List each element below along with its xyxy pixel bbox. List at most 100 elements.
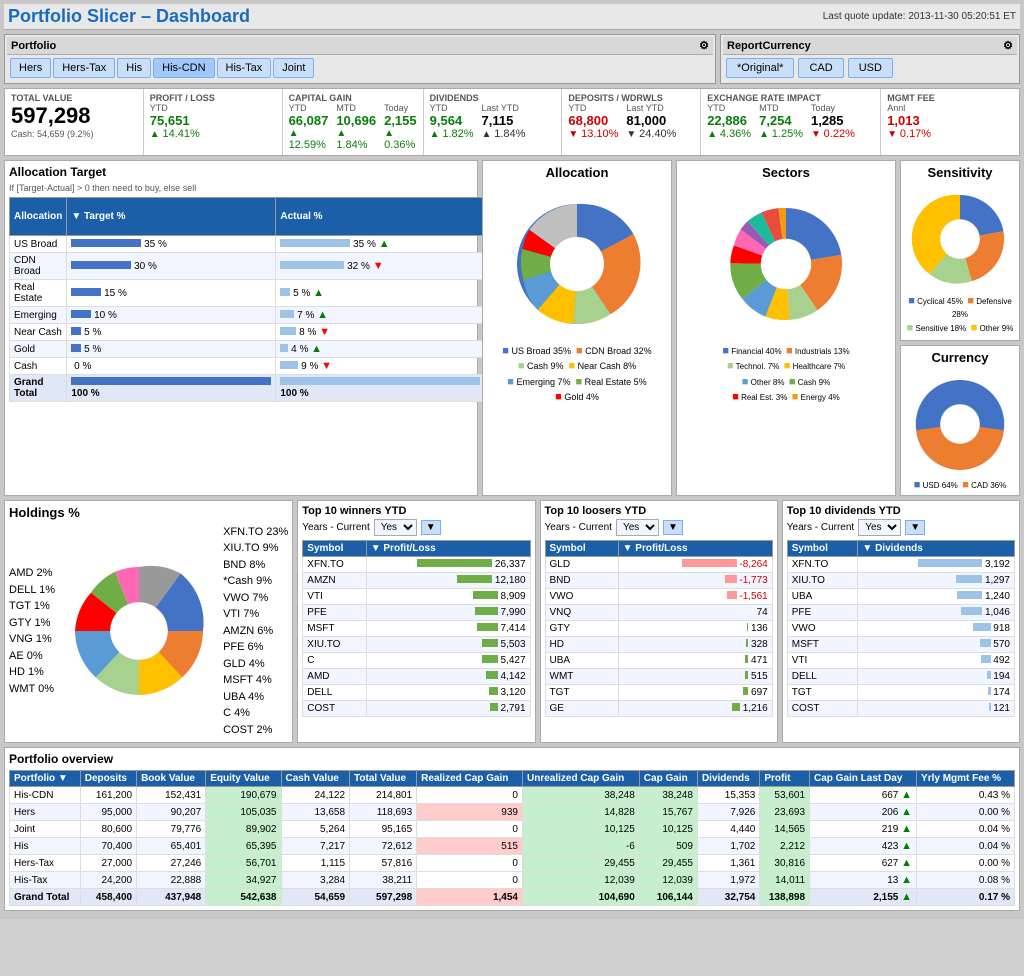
ov-portfolio-name: His-CDN (10, 787, 81, 804)
loser-value: -1,561 (618, 588, 772, 604)
mgmt-annl-value: 1,013 (887, 113, 1013, 128)
tab-usd[interactable]: USD (848, 58, 893, 78)
ov-portfolio-name: Hers-Tax (10, 855, 81, 872)
loser-symbol: WMT (545, 668, 618, 684)
ov-book: 90,207 (137, 804, 206, 821)
ov-col-real-cap: Realized Cap Gain (417, 771, 523, 787)
ov-cap: 15,767 (639, 804, 697, 821)
dividends-filter-btn[interactable]: ▼ (905, 520, 925, 535)
portfolio-selector-label: Portfolio ⚙ (7, 37, 713, 55)
tab-hers-tax[interactable]: Hers-Tax (53, 58, 115, 78)
ov-col-portfolio: Portfolio ▼ (10, 771, 81, 787)
holdings-section: Holdings % AMD 2%DELL 1%TGT 1%GTY 1% VNG… (4, 500, 293, 744)
alloc-col-name: Allocation (10, 198, 67, 236)
tab-his-tax[interactable]: His-Tax (217, 58, 272, 78)
stat-exchange-rate: Exchange Rate Impact YTD 22,886 ▲ 4.36% … (701, 89, 881, 155)
tab-joint[interactable]: Joint (273, 58, 314, 78)
ov-div: 1,972 (697, 872, 759, 889)
loser-symbol: VWO (545, 588, 618, 604)
ov-col-cap: Cap Gain (639, 771, 697, 787)
top-winners-section: Top 10 winners YTD Years - Current YesNo… (297, 500, 535, 744)
loser-value: 1,216 (618, 700, 772, 716)
ov-portfolio-name: His-Tax (10, 872, 81, 889)
losers-col-profit: ▼ Profit/Loss (618, 540, 772, 556)
currency-chart: Currency ■ USD 64% ■ CAD 36% (900, 345, 1020, 496)
sectors-chart: Sectors ■ (676, 160, 896, 496)
allocation-title: Allocation Target (9, 165, 473, 179)
dividend-value: 918 (858, 620, 1015, 636)
ov-equity: 56,701 (206, 855, 281, 872)
alloc-row-name: Cash (10, 358, 67, 375)
sensitivity-legend: ■ Cyclical 45% ■ Defensive 28% ■ Sensiti… (905, 294, 1015, 336)
ov-book: 79,776 (137, 821, 206, 838)
ov-cap: 509 (639, 838, 697, 855)
ov-profit: 2,212 (760, 838, 810, 855)
winner-symbol: MSFT (303, 620, 366, 636)
ov-cap: 106,144 (639, 889, 697, 906)
winner-value: 8,909 (366, 588, 530, 604)
portfolio-overview: Portfolio overview Portfolio ▼ Deposits … (4, 747, 1020, 911)
ov-div: 7,926 (697, 804, 759, 821)
ov-cash: 54,659 (281, 889, 350, 906)
ov-real-cap: 939 (417, 804, 523, 821)
tab-his[interactable]: His (117, 58, 151, 78)
loser-value: -1,773 (618, 572, 772, 588)
alloc-row-target: 15 % (67, 280, 276, 307)
ov-col-cap-last: Cap Gain Last Day (810, 771, 917, 787)
dividend-symbol: VWO (787, 620, 858, 636)
middle-section: Allocation Target If [Target-Actual] > 0… (4, 160, 1020, 496)
top-losers-section: Top 10 loosers YTD Years - Current YesNo… (540, 500, 778, 744)
loser-symbol: GTY (545, 620, 618, 636)
currency-filter-icon[interactable]: ⚙ (1003, 39, 1013, 52)
winner-symbol: DELL (303, 684, 366, 700)
ov-unreal-cap: 38,248 (522, 787, 639, 804)
ov-deposits: 80,600 (80, 821, 136, 838)
sectors-legend: ■ Financial 40% ■ Industrials 13% ■ Tech… (681, 344, 891, 406)
ov-profit: 53,601 (760, 787, 810, 804)
loser-value: 515 (618, 668, 772, 684)
ov-real-cap: 0 (417, 872, 523, 889)
dividend-value: 121 (858, 700, 1015, 716)
tab-cad[interactable]: CAD (798, 58, 843, 78)
tab-original[interactable]: *Original* (726, 58, 794, 78)
holdings-row: Holdings % AMD 2%DELL 1%TGT 1%GTY 1% VNG… (4, 500, 1020, 744)
losers-filter-row: Years - Current YesNo ▼ (545, 519, 773, 536)
winners-filter-select[interactable]: YesNo (374, 519, 417, 536)
dividend-symbol: TGT (787, 684, 858, 700)
ov-cap-last: 206 ▲ (810, 804, 917, 821)
losers-filter-btn[interactable]: ▼ (663, 520, 683, 535)
dividends-col-symbol: Symbol (787, 540, 858, 556)
ov-profit: 30,816 (760, 855, 810, 872)
ov-real-cap: 515 (417, 838, 523, 855)
ov-fee: 0.08 % (917, 872, 1015, 889)
app-title: Portfolio Slicer – Dashboard (8, 6, 813, 27)
ov-equity: 89,902 (206, 821, 281, 838)
losers-filter-select[interactable]: YesNo (616, 519, 659, 536)
ov-fee: 0.43 % (917, 787, 1015, 804)
tab-hers[interactable]: Hers (10, 58, 51, 78)
dividend-value: 3,192 (858, 556, 1015, 572)
sensitivity-chart: Sensitivity ■ Cyclical 45% ■ Defensive 2… (900, 160, 1020, 341)
total-value-amount: 597,298 (11, 103, 137, 129)
loser-value: 136 (618, 620, 772, 636)
holdings-title: Holdings % (9, 505, 288, 520)
mgmt-annl-pct: ▼ 0.17% (887, 128, 1013, 140)
alloc-row-target: 30 % (67, 253, 276, 280)
winners-filter-btn[interactable]: ▼ (421, 520, 441, 535)
header: Portfolio Slicer – Dashboard Last quote … (4, 4, 1020, 30)
portfolio-filter-icon[interactable]: ⚙ (699, 39, 709, 52)
tab-his-cdn[interactable]: His-CDN (153, 58, 214, 78)
ov-profit: 138,898 (760, 889, 810, 906)
winner-value: 7,990 (366, 604, 530, 620)
ov-unreal-cap: 12,039 (522, 872, 639, 889)
dividends-filter-select[interactable]: YesNo (858, 519, 901, 536)
loser-symbol: GLD (545, 556, 618, 572)
ov-col-deposits: Deposits (80, 771, 136, 787)
dividends-label: Dividends (430, 93, 556, 103)
alloc-row-name: Real Estate (10, 280, 67, 307)
winner-value: 12,180 (366, 572, 530, 588)
currency-pie (905, 369, 1015, 479)
sectors-pie (681, 184, 891, 344)
ov-cash: 13,658 (281, 804, 350, 821)
allocation-legend: ■ US Broad 35% ■ CDN Broad 32% ■ Cash 9%… (487, 344, 667, 406)
